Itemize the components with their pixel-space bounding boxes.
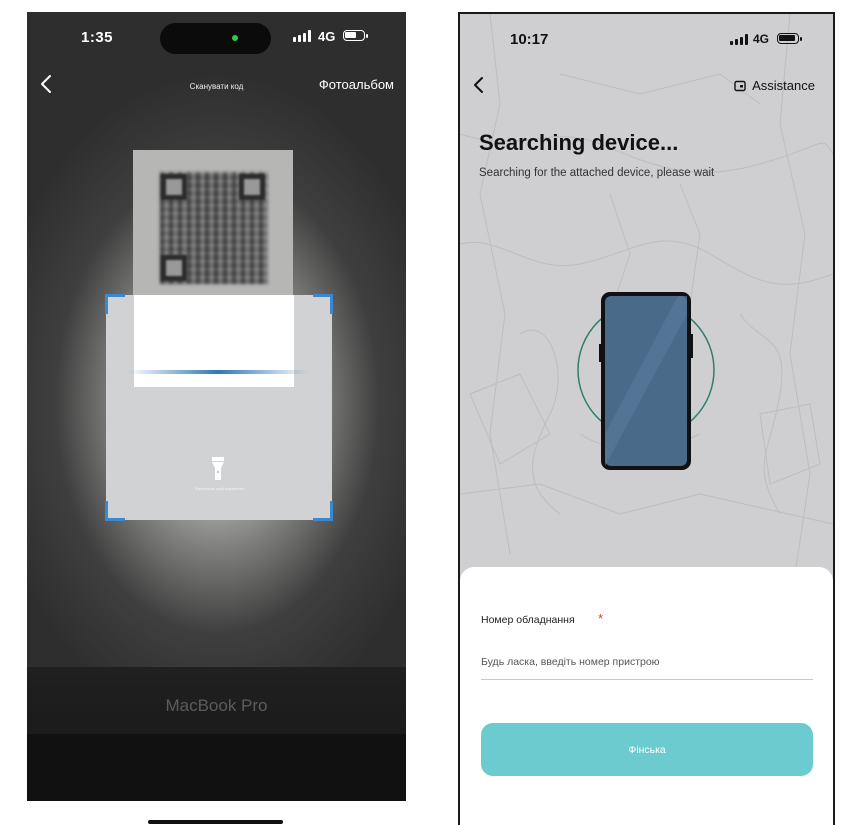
- laptop-keyboard-area: [27, 734, 406, 802]
- battery-icon: [343, 30, 368, 41]
- home-indicator[interactable]: [148, 820, 283, 824]
- scan-corner-bottom-right: [313, 501, 333, 521]
- device-search-screen: 10:17 4G Assistance Searching device... …: [458, 12, 835, 825]
- scan-corner-top-left: [105, 294, 125, 314]
- nav-bar: Сканувати код Фотоальбом: [27, 72, 406, 102]
- scan-corner-bottom-left: [105, 501, 125, 521]
- camera-indicator: [232, 35, 238, 41]
- device-number-sheet: Номер обладнання * Фінська: [460, 567, 833, 825]
- qr-finder-pattern: [161, 255, 187, 281]
- flashlight-icon[interactable]: [210, 456, 226, 482]
- qr-finder-pattern: [239, 174, 265, 200]
- submit-button[interactable]: Фінська: [481, 723, 813, 776]
- scan-corner-top-right: [313, 294, 333, 314]
- signal-icon: [293, 30, 311, 42]
- qr-scanner-screen: Торкніться, щоб підсвітити MacBook Pro 1…: [27, 12, 406, 825]
- status-time: 1:35: [81, 29, 114, 46]
- scan-line: [127, 370, 309, 374]
- device-number-input[interactable]: [481, 645, 813, 680]
- qr-finder-pattern: [161, 174, 187, 200]
- device-illustration: [577, 292, 715, 470]
- laptop-brand-label: MacBook Pro: [165, 696, 268, 715]
- dynamic-island: [160, 23, 271, 54]
- status-bar: 1:35 4G: [27, 12, 406, 64]
- flashlight-hint[interactable]: Торкніться, щоб підсвітити: [106, 486, 332, 491]
- network-type: 4G: [318, 29, 336, 44]
- required-indicator: *: [598, 611, 604, 626]
- photo-album-button[interactable]: Фотоальбом: [319, 77, 394, 92]
- device-number-label: Номер обладнання: [481, 614, 575, 626]
